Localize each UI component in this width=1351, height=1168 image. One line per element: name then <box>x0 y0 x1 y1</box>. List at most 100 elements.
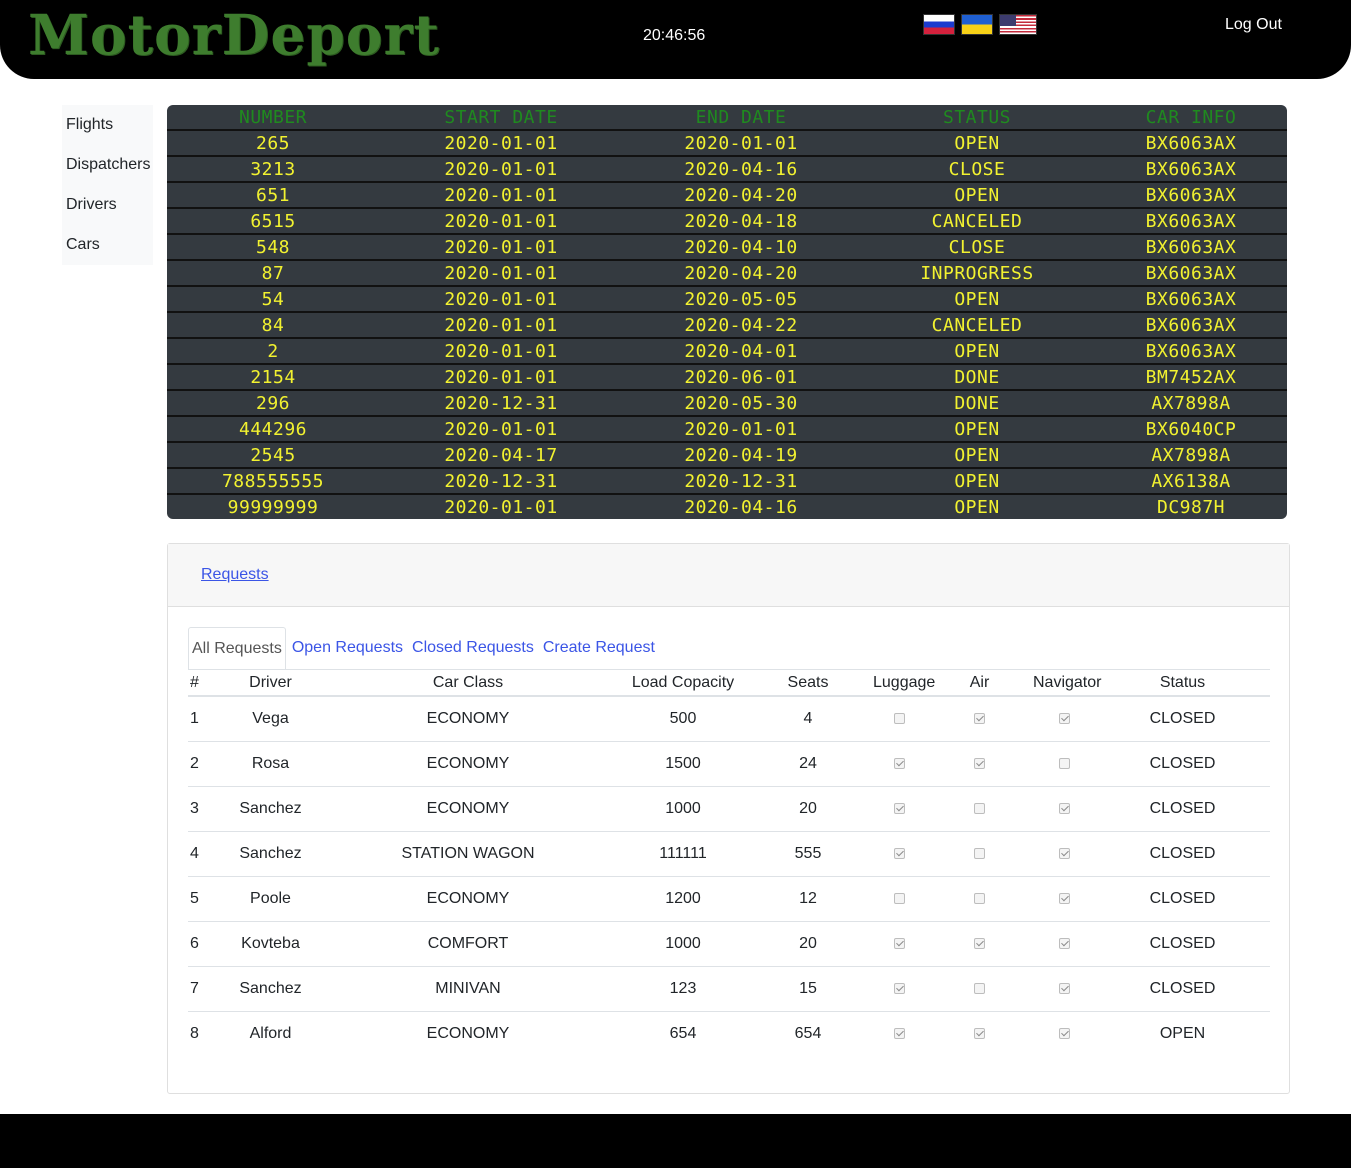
flight-row[interactable]: 788555555 2020-12-31 2020-12-31 OPEN AX6138A <box>167 467 1287 494</box>
flight-row[interactable]: 2154 2020-01-01 2020-06-01 DONE BM7452AX <box>167 363 1287 390</box>
air-checkbox[interactable] <box>974 982 985 994</box>
sidebar-item-flights[interactable]: Flights <box>62 105 153 145</box>
request-car-class: COMFORT <box>313 921 623 967</box>
request-car-class: ECONOMY <box>426 1024 510 1042</box>
logout-button[interactable]: Log Out <box>1225 16 1282 34</box>
request-load-capacity: 654 <box>669 1024 697 1042</box>
navigator-checkbox-cell <box>1033 741 1095 787</box>
flight-row[interactable]: 54 2020-01-01 2020-05-05 OPEN BX6063AX <box>167 285 1287 312</box>
flight-number: 84 <box>167 311 379 338</box>
request-row[interactable]: 7 Sanchez MINIVAN 123 15 CLOSED <box>188 966 1270 1012</box>
air-checkbox[interactable] <box>974 713 985 725</box>
request-row[interactable]: 2 Rosa ECONOMY 1500 24 CLOSED <box>188 741 1270 787</box>
request-index: 8 <box>190 1024 199 1042</box>
request-car-class: ECONOMY <box>313 786 623 832</box>
requests-header-row: # Driver Car Class Load Copacity Seats L… <box>188 670 1270 697</box>
luggage-checkbox[interactable] <box>894 937 905 949</box>
request-car-class: ECONOMY <box>313 741 623 787</box>
flight-status: OPEN <box>859 181 1095 208</box>
air-checkbox[interactable] <box>974 1028 985 1040</box>
flight-row[interactable]: 87 2020-01-01 2020-04-20 INPROGRESS BX6063AX <box>167 259 1287 286</box>
air-checkbox[interactable] <box>974 937 985 949</box>
flight-row[interactable]: 99999999 2020-01-01 2020-04-16 OPEN DC987H <box>167 493 1287 519</box>
navigator-checkbox[interactable] <box>1058 1028 1070 1040</box>
us-flag-icon[interactable] <box>999 14 1037 35</box>
navigator-checkbox[interactable] <box>1058 982 1070 994</box>
request-car-class: MINIVAN <box>313 966 623 1012</box>
navigator-checkbox[interactable] <box>1058 937 1070 949</box>
flight-row[interactable]: 265 2020-01-01 2020-01-01 OPEN BX6063AX <box>167 129 1287 156</box>
russian-flag-icon[interactable] <box>923 14 955 35</box>
request-row[interactable]: 3 Sanchez ECONOMY 1000 20 CLOSED <box>188 786 1270 832</box>
luggage-checkbox[interactable] <box>894 847 905 859</box>
flight-row[interactable]: 6515 2020-01-01 2020-04-18 CANCELED BX6063AX <box>167 207 1287 234</box>
request-row[interactable]: 4 Sanchez STATION WAGON 111111 555 CLOSED <box>188 831 1270 877</box>
footer <box>0 1114 1351 1168</box>
tab-all-requests[interactable]: All Requests <box>188 627 286 670</box>
flight-row[interactable]: 2 2020-01-01 2020-04-01 OPEN BX6063AX <box>167 337 1287 364</box>
requests-link[interactable]: Requests <box>201 566 269 584</box>
flight-end-date: 2020-04-20 <box>623 259 859 286</box>
flight-end-date: 2020-04-22 <box>623 311 859 338</box>
flight-row[interactable]: 651 2020-01-01 2020-04-20 OPEN BX6063AX <box>167 181 1287 208</box>
request-index: 3 <box>188 786 228 832</box>
navigator-checkbox[interactable] <box>1058 713 1070 725</box>
flight-status: OPEN <box>859 337 1095 364</box>
sidebar-item-dispatchers[interactable]: Dispatchers <box>62 145 153 185</box>
air-checkbox[interactable] <box>974 802 985 814</box>
flight-row[interactable]: 444296 2020-01-01 2020-01-01 OPEN BX6040CP <box>167 415 1287 442</box>
sidebar-item-drivers[interactable]: Drivers <box>62 185 153 225</box>
luggage-checkbox[interactable] <box>894 892 905 904</box>
flight-status: OPEN <box>859 467 1095 494</box>
luggage-checkbox[interactable] <box>894 982 905 994</box>
request-status: CLOSED <box>1095 741 1270 787</box>
luggage-checkbox-cell <box>873 966 926 1012</box>
request-row[interactable]: 6 Kovteba COMFORT 1000 20 CLOSED <box>188 921 1270 967</box>
flights-header-row: NUMBER START DATE END DATE STATUS CAR IN… <box>167 105 1287 130</box>
flight-row[interactable]: 84 2020-01-01 2020-04-22 CANCELED BX6063AX <box>167 311 1287 338</box>
flight-number: 2 <box>167 337 379 364</box>
request-row[interactable]: 5 Poole ECONOMY 1200 12 CLOSED <box>188 876 1270 922</box>
navigator-checkbox-cell <box>1033 876 1095 922</box>
navigator-checkbox[interactable] <box>1058 847 1070 859</box>
air-checkbox[interactable] <box>974 892 985 904</box>
luggage-checkbox[interactable] <box>894 802 905 814</box>
navigator-checkbox[interactable] <box>1058 802 1070 814</box>
flight-row[interactable]: 548 2020-01-01 2020-04-10 CLOSE BX6063AX <box>167 233 1287 260</box>
tab-create-request[interactable]: Create Request <box>540 627 658 670</box>
luggage-checkbox[interactable] <box>894 713 905 725</box>
air-checkbox-cell <box>926 921 1033 967</box>
air-checkbox-cell <box>926 696 1033 742</box>
navigator-checkbox[interactable] <box>1058 892 1070 904</box>
flight-row[interactable]: 296 2020-12-31 2020-05-30 DONE AX7898A <box>167 389 1287 416</box>
flight-end-date: 2020-04-19 <box>623 441 859 468</box>
flight-number: 651 <box>167 181 379 208</box>
air-checkbox[interactable] <box>974 757 985 769</box>
request-load-capacity: 123 <box>623 966 743 1012</box>
sidebar: Flights Dispatchers Drivers Cars <box>62 105 153 265</box>
flight-row[interactable]: 2545 2020-04-17 2020-04-19 OPEN AX7898A <box>167 441 1287 468</box>
luggage-checkbox[interactable] <box>894 757 905 769</box>
luggage-checkbox[interactable] <box>894 1028 905 1040</box>
flight-number: 2545 <box>167 441 379 468</box>
air-checkbox[interactable] <box>974 847 985 859</box>
request-seats: 4 <box>743 696 873 742</box>
request-row[interactable]: 8 Alford ECONOMY 654 654 OPEN <box>188 1011 1270 1056</box>
ukrainian-flag-icon[interactable] <box>961 14 993 35</box>
request-driver: Sanchez <box>228 831 313 877</box>
sidebar-item-cars[interactable]: Cars <box>62 225 153 265</box>
flight-end-date: 2020-04-18 <box>623 207 859 234</box>
column-header-status: STATUS <box>942 106 1012 128</box>
tab-closed-requests[interactable]: Closed Requests <box>409 627 537 670</box>
flight-car-info: DC987H <box>1095 493 1287 519</box>
flights-table: NUMBER START DATE END DATE STATUS CAR IN… <box>167 105 1287 519</box>
flight-start-date: 2020-01-01 <box>379 259 623 286</box>
request-row[interactable]: 1 Vega ECONOMY 500 4 CLOSED <box>188 696 1270 742</box>
flight-row[interactable]: 3213 2020-01-01 2020-04-16 CLOSE BX6063AX <box>167 155 1287 182</box>
request-driver: Sanchez <box>228 966 313 1012</box>
navigator-checkbox[interactable] <box>1058 757 1070 769</box>
logo[interactable]: MotorDeport <box>28 2 440 68</box>
tab-open-requests[interactable]: Open Requests <box>289 627 406 670</box>
flight-start-date: 2020-01-01 <box>379 311 623 338</box>
requests-card: Requests All Requests Open Requests Clos… <box>167 543 1290 1094</box>
